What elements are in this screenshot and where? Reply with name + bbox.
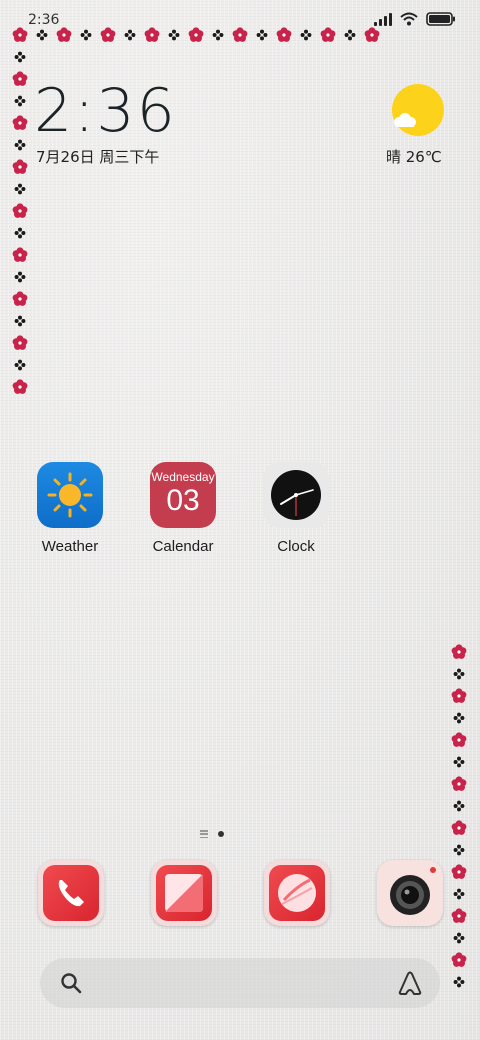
flower-decoration (451, 952, 467, 967)
page-indicator-list[interactable] (200, 830, 208, 838)
phone-icon[interactable] (38, 860, 104, 926)
flower-decoration (453, 668, 465, 680)
search-icon[interactable] (60, 972, 82, 994)
flower-decoration (36, 29, 48, 41)
flower-decoration (453, 888, 465, 900)
clock-widget-time[interactable]: 2:36 (34, 76, 177, 146)
flower-decoration (256, 29, 268, 41)
calendar-day-number: 03 (166, 484, 200, 517)
notes-icon[interactable] (151, 860, 217, 926)
flower-decoration (12, 115, 28, 130)
flower-decoration (451, 644, 467, 659)
flower-decoration (168, 29, 180, 41)
calendar-day-name: Wednesday (151, 470, 215, 484)
assistant-icon[interactable] (396, 970, 424, 996)
flower-decoration (144, 27, 160, 42)
flower-decoration (100, 27, 116, 42)
flower-decoration (212, 29, 224, 41)
flower-decoration (14, 359, 26, 371)
flower-decoration (232, 27, 248, 42)
flower-decoration (451, 908, 467, 923)
flower-decoration (80, 29, 92, 41)
flower-decoration (14, 271, 26, 283)
flower-decoration (12, 203, 28, 218)
flower-decoration (12, 247, 28, 262)
flower-decoration (364, 27, 380, 42)
app-calendar[interactable]: Wednesday 03 Calendar (135, 462, 231, 555)
flower-decoration (14, 315, 26, 327)
flower-decoration (451, 776, 467, 791)
app-weather[interactable]: Weather (22, 462, 118, 555)
flower-decoration (12, 291, 28, 306)
sun-icon[interactable] (37, 462, 103, 528)
page-indicator[interactable] (200, 830, 224, 838)
flower-decoration (453, 976, 465, 988)
flower-decoration (12, 335, 28, 350)
flower-decoration (14, 227, 26, 239)
flower-decoration (12, 71, 28, 86)
camera-icon[interactable] (377, 860, 443, 926)
flower-decoration (276, 27, 292, 42)
flower-decoration (451, 864, 467, 879)
flower-decoration (124, 29, 136, 41)
weather-widget-text[interactable]: 晴 26℃ (386, 146, 442, 167)
flower-decoration (12, 379, 28, 394)
flower-decoration (344, 29, 356, 41)
flower-decoration (12, 159, 28, 174)
flower-decoration (188, 27, 204, 42)
app-label: Weather (41, 538, 99, 555)
app-label: Clock (277, 538, 315, 555)
flower-decoration (14, 183, 26, 195)
clock-widget-date[interactable]: 7月26日 周三下午 (36, 146, 159, 167)
flower-decoration (14, 95, 26, 107)
flower-decoration (451, 820, 467, 835)
calendar-icon[interactable]: Wednesday 03 (150, 462, 216, 528)
search-bar[interactable] (40, 958, 440, 1008)
partly-sunny-icon[interactable] (392, 84, 444, 136)
clock-icon[interactable] (263, 462, 329, 528)
browser-icon[interactable] (264, 860, 330, 926)
flower-decoration (12, 27, 28, 42)
flower-decoration (453, 756, 465, 768)
flower-decoration (453, 932, 465, 944)
flower-decoration (453, 712, 465, 724)
flower-decoration (14, 51, 26, 63)
flower-decoration (300, 29, 312, 41)
app-label: Calendar (152, 538, 214, 555)
flower-decoration (320, 27, 336, 42)
flower-decoration (453, 844, 465, 856)
app-clock[interactable]: Clock (248, 462, 344, 555)
flower-decoration (451, 688, 467, 703)
flower-decoration (451, 732, 467, 747)
flower-decoration (453, 800, 465, 812)
flower-decoration (14, 139, 26, 151)
page-indicator-dot[interactable] (218, 831, 224, 837)
flower-decoration (56, 27, 72, 42)
cloud-icon (394, 113, 416, 127)
